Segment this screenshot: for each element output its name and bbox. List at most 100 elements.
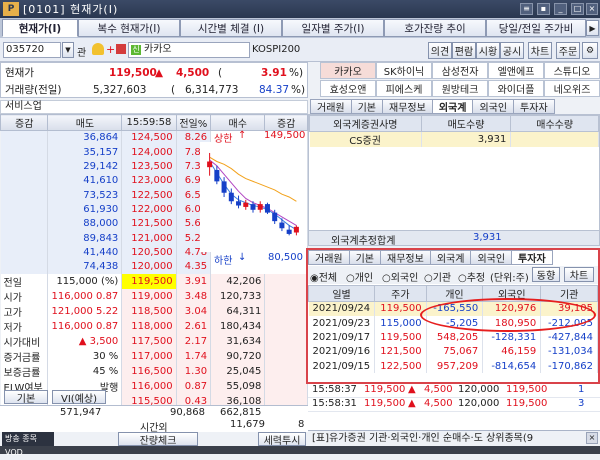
stock-name: 카카오	[144, 44, 172, 55]
stock-button-psk[interactable]: 피에스케	[376, 80, 432, 97]
code-dropdown-icon[interactable]: ▼	[62, 42, 74, 58]
ask-price[interactable]: 120,500	[121, 245, 177, 260]
tab-multi-price[interactable]: 복수 현재가(I)	[78, 19, 180, 37]
bid-price[interactable]: 118,000	[121, 318, 177, 334]
ask-price[interactable]: 123,500	[121, 159, 177, 174]
radio-all[interactable]: ◉전체	[310, 269, 337, 284]
tab-basic[interactable]: 기본	[348, 250, 382, 265]
tab-broker[interactable]: 거래원	[310, 99, 352, 114]
broadcast-label[interactable]: 방송 종목VOD	[2, 432, 54, 457]
tab-finance[interactable]: 재무정보	[380, 250, 431, 265]
bid-price[interactable]: 116,500	[121, 363, 177, 379]
radio-estimate[interactable]: ○추정	[458, 269, 485, 284]
ask-price[interactable]: 121,000	[121, 230, 177, 246]
minimize-icon[interactable]: _	[554, 3, 567, 15]
bid-price[interactable]: 117,000	[121, 348, 177, 364]
tab-investor[interactable]: 투자자	[511, 250, 553, 265]
opinion-button[interactable]: 의견	[428, 42, 452, 59]
stock-button-neowiz[interactable]: 네오위즈	[544, 80, 600, 97]
stock-button-wonbang[interactable]: 원방테크	[432, 80, 488, 97]
stock-button-samsung[interactable]: 삼성전자	[432, 62, 488, 79]
tab-scroll-right-icon[interactable]: ▶	[586, 20, 599, 36]
alert-plus-icon[interactable]: +	[106, 43, 115, 56]
inv-price: 119,500	[374, 330, 427, 345]
tab-broker[interactable]: 거래원	[308, 250, 350, 265]
tab-foreign-broker[interactable]: 외국계	[431, 99, 474, 114]
vi-tab-button[interactable]: VI(예상)	[52, 390, 106, 405]
tab-current-price[interactable]: 현재가(I)	[2, 19, 78, 37]
tab-orderbook-trend[interactable]: 호가잔량 추이	[384, 19, 486, 37]
tab-time-trades[interactable]: 시간별 체결 (I)	[180, 19, 282, 37]
tab-foreigner[interactable]: 외국인	[472, 99, 515, 114]
ask-price[interactable]: 121,500	[121, 216, 177, 231]
investor-row[interactable]: 2021/09/17 119,500 548,205 -128,331 -427…	[308, 330, 598, 345]
ask-price[interactable]: 123,000	[121, 173, 177, 188]
force-view-button[interactable]: 세력투시	[258, 432, 306, 447]
stock-button-skhynix[interactable]: SK하이닉	[376, 62, 432, 79]
ask-price[interactable]: 124,000	[121, 144, 177, 160]
stock-code-input[interactable]: 035720	[3, 42, 61, 58]
radio-foreigner[interactable]: ○외국인	[382, 269, 418, 284]
bid-row[interactable]: 증거금률 30 % 117,000 1.74 90,720	[0, 348, 308, 364]
bid-row[interactable]: 전일 115,000 (%) 119,500 3.91 42,206	[0, 273, 308, 289]
investor-row[interactable]: 2021/09/15 122,500 957,209 -814,654 -170…	[308, 359, 598, 374]
tick-row[interactable]: 15:58:37 119,500 ▲ 4,500 120,000 119,500…	[308, 384, 600, 398]
tab-investor[interactable]: 투자자	[513, 99, 555, 114]
basic-tab-button[interactable]: 기본	[4, 390, 48, 405]
order-button[interactable]: 주문	[556, 42, 580, 59]
menu-icon[interactable]: ≡	[520, 3, 533, 15]
inv-individual: 957,209	[426, 359, 484, 374]
ask-price[interactable]: 124,500	[121, 130, 177, 145]
tab-basic[interactable]: 기본	[350, 99, 384, 114]
tab-prev-compare[interactable]: 당일/전일 주가비	[486, 19, 586, 37]
side-value: 115,000 (%)	[47, 273, 123, 289]
bid-row[interactable]: 보증금률 45 % 116,500 1.30 25,045	[0, 363, 308, 379]
handbook-button[interactable]: 편람	[452, 42, 476, 59]
stock-button-wider[interactable]: 와이더플	[488, 80, 544, 97]
tab-foreign-broker[interactable]: 외국계	[429, 250, 472, 265]
chart-button[interactable]: 차트	[528, 42, 552, 59]
tab-finance[interactable]: 재무정보	[382, 99, 433, 114]
trend-button[interactable]: 동향	[532, 267, 560, 282]
news-close-icon[interactable]: ×	[586, 432, 598, 444]
radio-institution[interactable]: ○기관	[424, 269, 451, 284]
bid-row[interactable]: 저가 116,000 0.87 118,000 2.61 180,434	[0, 318, 308, 334]
tab-foreigner[interactable]: 외국인	[470, 250, 513, 265]
bid-price[interactable]: 119,500	[121, 273, 177, 289]
pin-icon[interactable]: ▪	[537, 3, 550, 15]
close-icon[interactable]: ×	[586, 3, 598, 15]
disclosure-button[interactable]: 공시	[500, 42, 524, 59]
stock-button-lnf[interactable]: 엘앤에프	[488, 62, 544, 79]
stock-button-studio[interactable]: 스튜디오	[544, 62, 600, 79]
bid-price[interactable]: 117,500	[121, 333, 177, 349]
ask-row[interactable]: 74,438 120,000 4.35	[0, 259, 308, 274]
bid-price[interactable]: 118,500	[121, 303, 177, 319]
remain-check-button[interactable]: 잔량체크	[118, 432, 198, 447]
market-news-button[interactable]: 시황	[476, 42, 500, 59]
arrow-icon[interactable]	[116, 44, 126, 54]
ask-price[interactable]: 120,000	[121, 259, 177, 274]
ask-price[interactable]: 122,000	[121, 202, 177, 217]
radio-individual[interactable]: ○개인	[346, 269, 373, 284]
bid-row[interactable]: 시가대비 ▲ 3,500 117,500 2.17 31,634	[0, 333, 308, 349]
stock-button-hyosung[interactable]: 효성오앤	[320, 80, 376, 97]
stock-button-kakao[interactable]: 카카오	[320, 62, 376, 79]
bell-icon[interactable]	[92, 43, 104, 55]
bid-row[interactable]: 고가 121,000 5.22 118,500 3.04 64,311	[0, 303, 308, 319]
bid-price[interactable]: 116,000	[121, 378, 177, 394]
bid-qty: 90,720	[210, 348, 266, 364]
bid-price[interactable]: 119,000	[121, 288, 177, 304]
tick-row[interactable]: 15:58:31 119,500 ▲ 4,500 120,000 119,500…	[308, 398, 600, 412]
settings-icon[interactable]: ⚙	[582, 42, 598, 59]
ask-price[interactable]: 122,500	[121, 187, 177, 203]
investor-chart-button[interactable]: 차트	[564, 267, 594, 282]
bid-row[interactable]: 시가 116,000 0.87 119,000 3.48 120,733	[0, 288, 308, 304]
news-ticker[interactable]: [표]유가증권 기관·외국인·개인 순매수·도 상위종목(9	[308, 430, 600, 446]
tab-daily-price[interactable]: 일자별 주가(I)	[282, 19, 384, 37]
broadcast-text: 방송	[5, 434, 20, 443]
candle-body	[264, 204, 270, 213]
foreign-broker-row[interactable]: CS증권 3,931	[309, 131, 599, 147]
maximize-icon[interactable]: □	[571, 3, 584, 15]
stock-name-input[interactable]: 신 카카오	[128, 42, 250, 58]
investor-row[interactable]: 2021/09/16 121,500 75,067 46,159 -131,03…	[308, 344, 598, 360]
